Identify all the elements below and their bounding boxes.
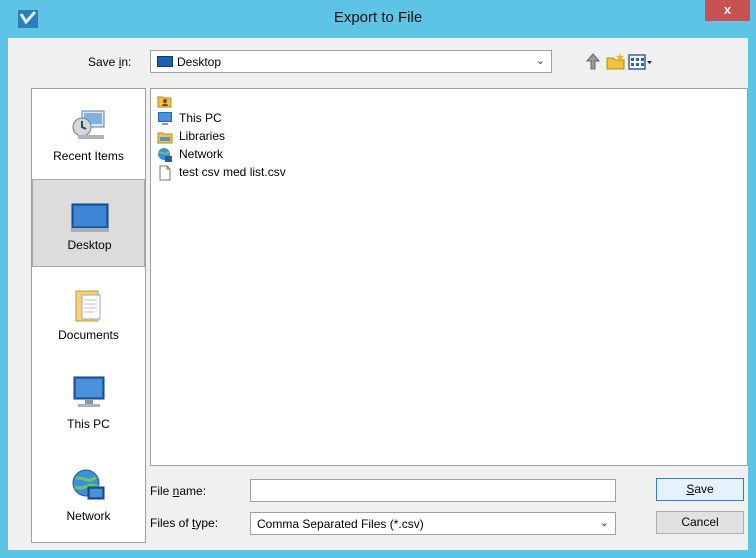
file-name-input[interactable] (250, 479, 616, 502)
file-name-label: File name: (150, 484, 207, 498)
window-title: Export to File (333, 9, 423, 26)
close-button[interactable]: x (705, 0, 750, 21)
place-network[interactable]: Network (32, 449, 145, 537)
place-label: Desktop (67, 238, 112, 252)
list-item[interactable]: This PC (157, 110, 557, 128)
file-list[interactable]: This PC Libraries Network test csv med l… (150, 88, 748, 466)
this-pc-icon (158, 112, 172, 125)
file-type-label: Files of type: (150, 516, 219, 530)
file-name: test csv med list.csv (179, 165, 286, 179)
view-menu-icon[interactable] (628, 52, 654, 72)
save-in-combo[interactable]: Desktop ⌄ (150, 50, 552, 73)
place-label: Network (66, 509, 111, 523)
file-name: Libraries (179, 129, 226, 143)
save-button[interactable]: Save (656, 478, 744, 501)
list-item[interactable]: Network (157, 146, 557, 164)
title-bar[interactable]: Export to File x (0, 0, 756, 38)
file-name: Network (179, 147, 224, 161)
save-in-label: Save in: (88, 55, 132, 69)
network-icon (158, 148, 172, 162)
places-bar: Recent Items Desktop Documents This PC N… (31, 88, 146, 543)
file-name: This PC (179, 111, 222, 125)
up-one-level-icon[interactable] (583, 52, 603, 72)
chevron-down-icon: ⌄ (599, 517, 609, 529)
place-this-pc[interactable]: This PC (32, 359, 145, 447)
recent-items-icon (72, 110, 105, 139)
dialog-body: Save in: Desktop ⌄ Recent Items Desktop … (8, 38, 748, 550)
network-icon (72, 469, 105, 500)
this-pc-icon (73, 376, 105, 407)
desktop-icon (157, 56, 173, 67)
save-in-value: Desktop (177, 55, 222, 69)
place-documents[interactable]: Documents (32, 269, 145, 357)
libraries-icon (157, 132, 173, 144)
place-label: This PC (67, 417, 110, 431)
list-item[interactable] (157, 92, 557, 110)
export-dialog: Export to File x Save in: Desktop ⌄ Rece… (0, 0, 756, 558)
place-recent-items[interactable]: Recent Items (32, 89, 145, 177)
file-icon (159, 165, 171, 181)
file-type-combo[interactable]: Comma Separated Files (*.csv) ⌄ (250, 512, 616, 535)
documents-icon (75, 290, 101, 322)
desktop-icon (71, 203, 109, 232)
list-item[interactable]: test csv med list.csv (157, 164, 557, 182)
cancel-button[interactable]: Cancel (656, 511, 744, 534)
place-label: Documents (58, 328, 119, 342)
place-desktop[interactable]: Desktop (32, 179, 145, 267)
create-new-folder-icon[interactable] (606, 52, 626, 72)
file-type-value: Comma Separated Files (*.csv) (257, 517, 424, 531)
place-label: Recent Items (53, 149, 124, 163)
user-folder-icon (157, 96, 172, 108)
chevron-down-icon: ⌄ (535, 55, 545, 67)
list-item[interactable]: Libraries (157, 128, 557, 146)
